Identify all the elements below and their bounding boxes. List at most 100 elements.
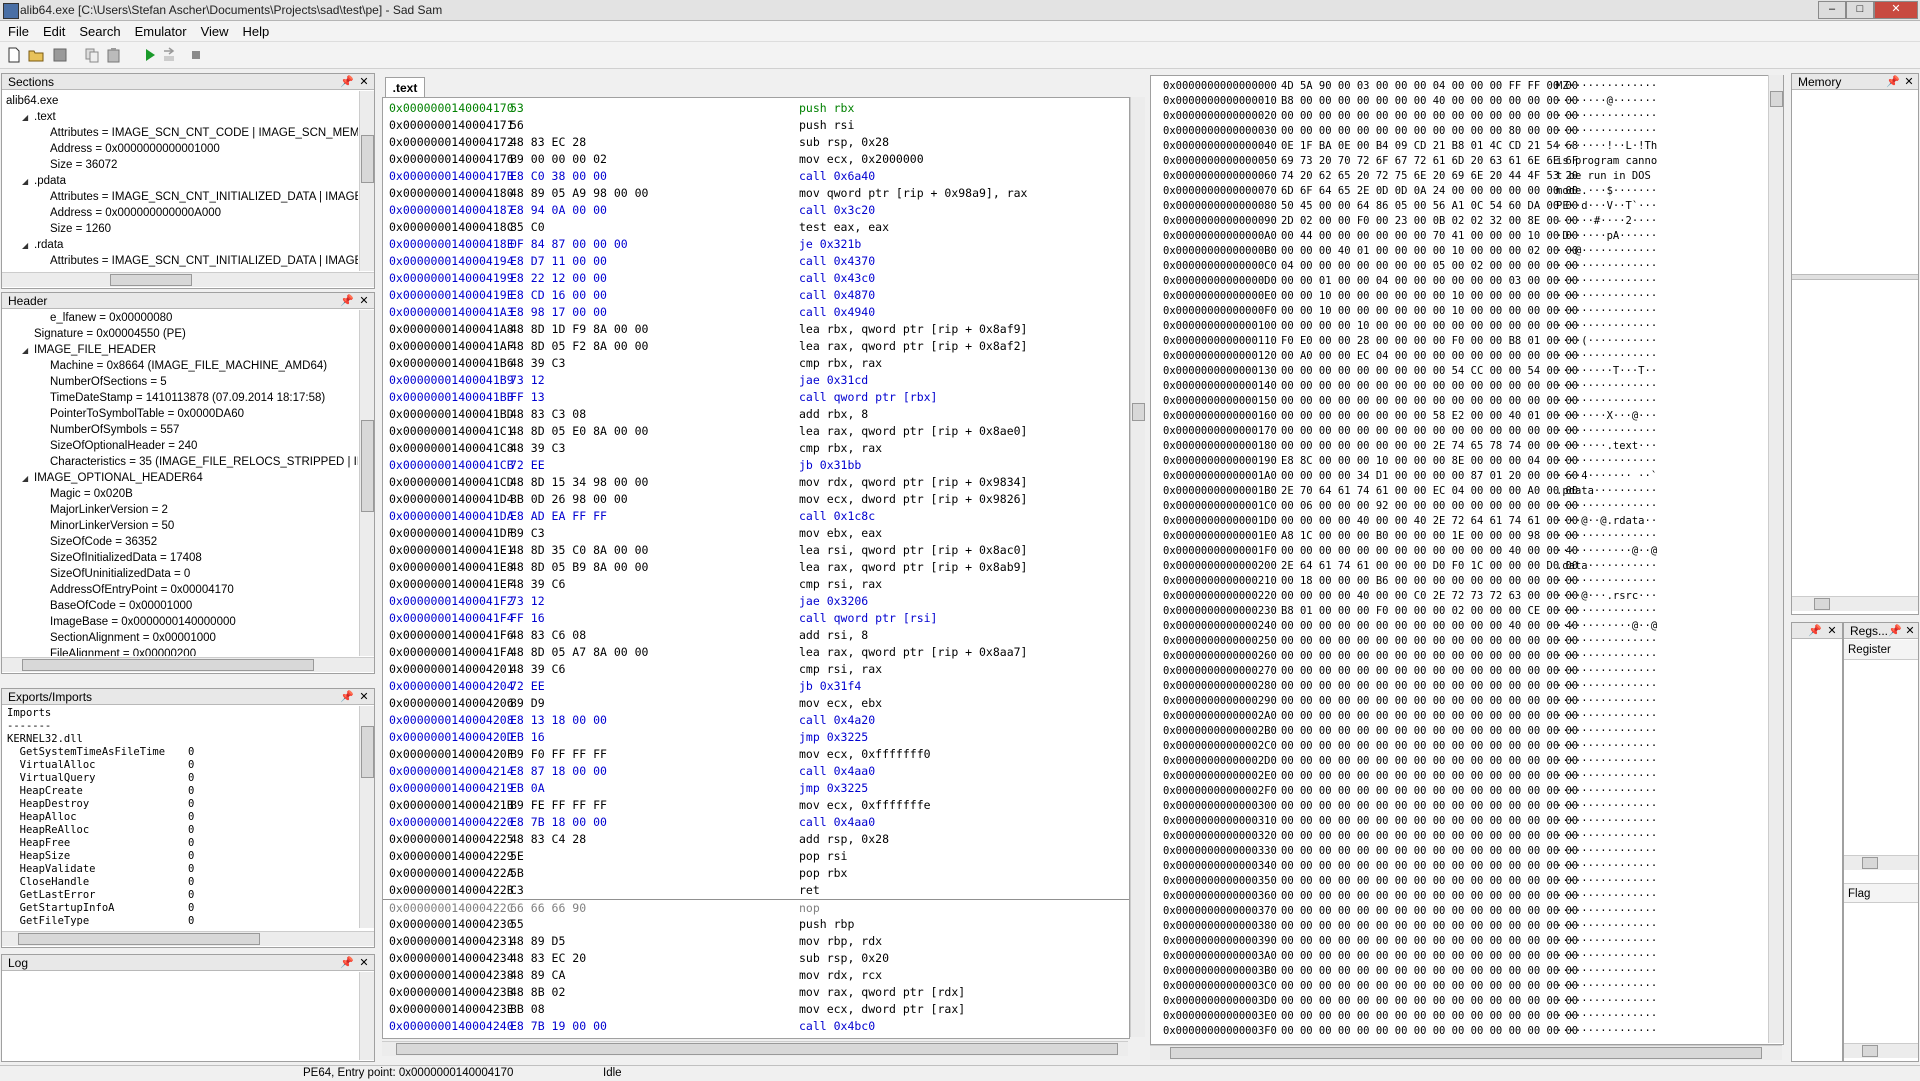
expander-icon[interactable]: ◢ [22, 174, 34, 190]
hex-row[interactable]: 0x0000000000000170 00 00 00 00 00 00 00 0… [1151, 424, 1781, 439]
section-tree-item[interactable]: Size = 1260 [6, 221, 358, 237]
hex-row[interactable]: 0x0000000000000350 00 00 00 00 00 00 00 0… [1151, 874, 1781, 889]
hex-row[interactable]: 0x0000000000000210 00 18 00 00 00 B6 00 0… [1151, 574, 1781, 589]
header-tree-item[interactable]: SizeOfOptionalHeader = 240 [6, 438, 358, 454]
disassembly-line[interactable]: 0x000000014000422C 66 66 66 90 nop [383, 899, 1129, 917]
hex-row[interactable]: 0x00000000000003A0 00 00 00 00 00 00 00 0… [1151, 949, 1781, 964]
scroll-thumb[interactable] [361, 726, 374, 778]
hex-row[interactable]: 0x0000000000000080 50 45 00 00 64 86 05 0… [1151, 199, 1781, 214]
header-tree-item[interactable]: NumberOfSections = 5 [6, 374, 358, 390]
hex-row[interactable]: 0x00000000000002C0 00 00 00 00 00 00 00 0… [1151, 739, 1781, 754]
disassembly-line[interactable]: 0x00000001400041F2 73 12 jae 0x3206 [383, 593, 1129, 610]
hex-row[interactable]: 0x0000000000000390 00 00 00 00 00 00 00 0… [1151, 934, 1781, 949]
section-tree-item[interactable]: Attributes = IMAGE_SCN_CNT_INITIALIZED_D… [6, 189, 358, 205]
close-icon[interactable]: ✕ [1825, 623, 1839, 639]
disassembly-line[interactable]: 0x00000001400041F4 FF 16 call qword ptr [r… [383, 610, 1129, 627]
disassembly-line[interactable]: 0x000000014000417B E8 C0 38 00 00 call 0x6… [383, 168, 1129, 185]
disassembly-line[interactable]: 0x0000000140004176 B9 00 00 00 02 mov ecx,… [383, 151, 1129, 168]
expander-icon[interactable]: ◢ [22, 238, 34, 254]
hex-row[interactable]: 0x0000000000000120 00 A0 00 00 EC 04 00 0… [1151, 349, 1781, 364]
expander-icon[interactable]: ◢ [22, 471, 34, 487]
splitter[interactable] [1792, 274, 1918, 280]
disassembly-line[interactable]: 0x000000014000419E E8 CD 16 00 00 call 0x4… [383, 287, 1129, 304]
hex-row[interactable]: 0x0000000000000100 00 00 00 00 10 00 00 0… [1151, 319, 1781, 334]
pin-icon[interactable]: 📌 [340, 955, 354, 971]
hex-row[interactable]: 0x0000000000000150 00 00 00 00 00 00 00 0… [1151, 394, 1781, 409]
hex-row[interactable]: 0x00000000000000E0 00 00 10 00 00 00 00 0… [1151, 289, 1781, 304]
hex-row[interactable]: 0x0000000000000260 00 00 00 00 00 00 00 0… [1151, 649, 1781, 664]
hex-row[interactable]: 0x0000000000000090 2D 02 00 00 F0 00 23 0… [1151, 214, 1781, 229]
disassembly-line[interactable]: 0x0000000140004199 E8 22 12 00 00 call 0x4… [383, 270, 1129, 287]
hex-row[interactable]: 0x00000000000001B0 2E 70 64 61 74 61 00 0… [1151, 484, 1781, 499]
disassembly-line[interactable]: 0x0000000140004229 5E pop rsi [383, 848, 1129, 865]
hex-row[interactable]: 0x0000000000000190 E8 8C 00 00 00 10 00 0… [1151, 454, 1781, 469]
disassembly-line[interactable]: 0x00000001400041B9 73 12 jae 0x31cd [383, 372, 1129, 389]
exports-vscrollbar[interactable] [359, 706, 374, 928]
import-list-item[interactable]: KERNEL32.dll [7, 733, 357, 746]
import-list-item[interactable]: HeapValidate 0 [7, 863, 357, 876]
pin-icon[interactable]: 📌 [340, 689, 354, 705]
header-tree-item[interactable]: e_lfanew = 0x00000080 [6, 310, 358, 326]
disassembly-line[interactable]: 0x00000001400041DA E8 AD EA FF FF call 0x1… [383, 508, 1129, 525]
disassembly-line[interactable]: 0x00000001400041A8 48 8D 1D F9 8A 00 00 le… [383, 321, 1129, 338]
copy-icon[interactable] [84, 47, 100, 63]
scroll-thumb[interactable] [361, 135, 374, 183]
pin-icon[interactable]: 📌 [1886, 74, 1900, 90]
disassembly-line[interactable]: 0x00000001400041AF 48 8D 05 F2 8A 00 00 le… [383, 338, 1129, 355]
menu-file[interactable]: File [0, 21, 35, 39]
section-tree-item[interactable]: Attributes = IMAGE_SCN_CNT_INITIALIZED_D… [6, 253, 358, 269]
scroll-thumb[interactable] [1814, 598, 1830, 610]
disassembly-line[interactable]: 0x00000001400041D4 8B 0D 26 98 00 00 mov e… [383, 491, 1129, 508]
import-list-item[interactable]: HeapDestroy 0 [7, 798, 357, 811]
import-list-item[interactable]: HeapSize 0 [7, 850, 357, 863]
scroll-thumb[interactable] [22, 659, 314, 671]
header-tree-item[interactable]: SizeOfInitializedData = 17408 [6, 550, 358, 566]
disassembly-line[interactable]: 0x0000000140004204 72 EE jb 0x31f4 [383, 678, 1129, 695]
menu-help[interactable]: Help [235, 21, 276, 39]
disassembly-line[interactable]: 0x0000000140004225 48 83 C4 28 add rsp, 0x… [383, 831, 1129, 848]
hex-row[interactable]: 0x0000000000000180 00 00 00 00 00 00 00 0… [1151, 439, 1781, 454]
scroll-thumb[interactable] [1862, 1045, 1878, 1057]
disassembly-line[interactable]: 0x0000000140004238 48 89 CA mov rdx, rcx [383, 967, 1129, 984]
hex-row[interactable]: 0x0000000000000160 00 00 00 00 00 00 00 0… [1151, 409, 1781, 424]
close-icon[interactable]: ✕ [1903, 623, 1917, 639]
hex-row[interactable]: 0x00000000000003D0 00 00 00 00 00 00 00 0… [1151, 994, 1781, 1009]
registers-hscrollbar[interactable] [1844, 855, 1918, 870]
disassembly-line[interactable]: 0x000000014000418C 85 C0 test eax, eax [383, 219, 1129, 236]
disassembly-line[interactable]: 0x0000000140004230 55 push rbp [383, 916, 1129, 933]
hex-row[interactable]: 0x0000000000000290 00 00 00 00 00 00 00 0… [1151, 694, 1781, 709]
header-tree-item[interactable]: SizeOfCode = 36352 [6, 534, 358, 550]
header-hscrollbar[interactable] [2, 657, 374, 672]
menu-edit[interactable]: Edit [35, 21, 71, 39]
hex-row[interactable]: 0x00000000000000F0 00 00 10 00 00 00 00 0… [1151, 304, 1781, 319]
close-icon[interactable]: ✕ [1902, 74, 1916, 90]
import-list-item[interactable]: GetLastError 0 [7, 889, 357, 902]
hex-row[interactable]: 0x0000000000000010 B8 00 00 00 00 00 00 0… [1151, 94, 1781, 109]
hex-row[interactable]: 0x00000000000000C0 04 00 00 00 00 00 00 0… [1151, 259, 1781, 274]
import-list-item[interactable]: HeapFree 0 [7, 837, 357, 850]
import-list-item[interactable]: CloseHandle 0 [7, 876, 357, 889]
flags-hscrollbar[interactable] [1844, 1043, 1918, 1058]
expander-icon[interactable]: ◢ [22, 343, 34, 359]
disassembly-line[interactable]: 0x0000000140004187 E8 94 0A 00 00 call 0x3… [383, 202, 1129, 219]
disassembly-line[interactable]: 0x000000014000423E 8B 08 mov ecx, dword pt… [383, 1001, 1129, 1018]
hex-row[interactable]: 0x00000000000002F0 00 00 00 00 00 00 00 0… [1151, 784, 1781, 799]
step-icon[interactable] [162, 47, 178, 63]
disassembly-line[interactable]: 0x000000014000418E 0F 84 87 00 00 00 je 0x… [383, 236, 1129, 253]
hex-row[interactable]: 0x0000000000000110 F0 E0 00 00 28 00 00 0… [1151, 334, 1781, 349]
hex-row[interactable]: 0x00000000000001F0 00 00 00 00 00 00 00 0… [1151, 544, 1781, 559]
scroll-thumb[interactable] [1770, 91, 1783, 107]
hex-row[interactable]: 0x0000000000000030 00 00 00 00 00 00 00 0… [1151, 124, 1781, 139]
disassembly-line[interactable]: 0x00000001400041E1 48 8D 35 C0 8A 00 00 le… [383, 542, 1129, 559]
scroll-thumb[interactable] [1132, 403, 1145, 421]
close-icon[interactable]: ✕ [357, 689, 371, 705]
expander-icon[interactable]: ◢ [22, 110, 34, 126]
disassembly-line[interactable]: 0x00000001400041E8 48 8D 05 B9 8A 00 00 le… [383, 559, 1129, 576]
section-tree-item[interactable]: ◢ .pdata [6, 173, 358, 189]
hex-row[interactable]: 0x00000000000003E0 00 00 00 00 00 00 00 0… [1151, 1009, 1781, 1024]
import-list-item[interactable]: Imports [7, 707, 357, 720]
new-file-icon[interactable] [6, 47, 22, 63]
menu-emulator[interactable]: Emulator [127, 21, 193, 39]
import-list-item[interactable]: ------- [7, 720, 357, 733]
disassembly-line[interactable]: 0x000000014000422A 5B pop rbx [383, 865, 1129, 882]
